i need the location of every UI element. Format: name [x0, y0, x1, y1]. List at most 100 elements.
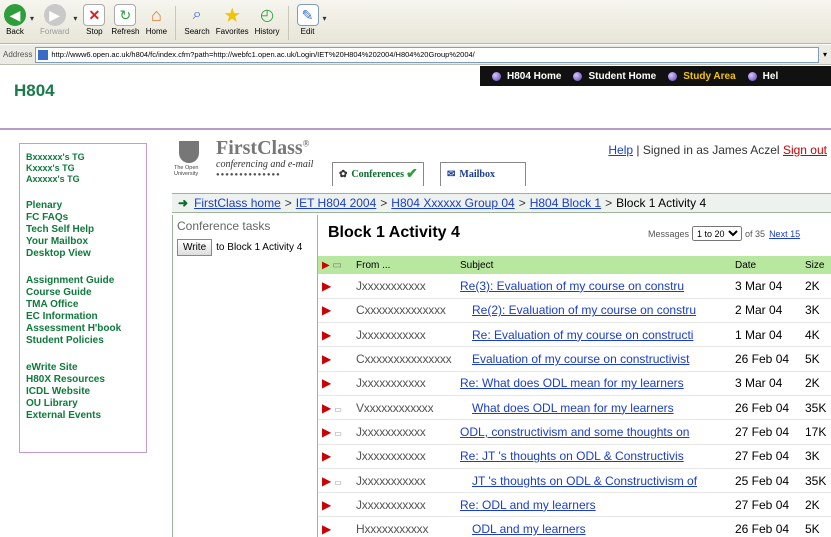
flag-column-header[interactable]: ▶ ▭	[318, 256, 352, 274]
search-button[interactable]: ⌕ Search	[184, 4, 209, 36]
table-row[interactable]: ▶ ▭ Jxxxxxxxxxxx JT 's thoughts on ODL & Co…	[318, 468, 831, 494]
subject-cell: Re: ODL and my learners	[456, 492, 731, 518]
subject-column-header[interactable]: Subject	[456, 256, 731, 274]
nav-h804-home[interactable]: H804 Home	[492, 71, 561, 82]
next-page-link[interactable]: Next 15	[769, 229, 800, 239]
message-link[interactable]: Re(3): Evaluation of my course on constr…	[460, 279, 684, 293]
breadcrumb-group[interactable]: H804 Xxxxxx Group 04	[391, 196, 514, 210]
sidebar-link-ec-information[interactable]: EC Information	[26, 311, 146, 323]
address-dropdown-icon[interactable]: ▾	[823, 50, 827, 59]
edit-button[interactable]: ✎ Edit	[296, 4, 319, 36]
sidebar-link-student-policies[interactable]: Student Policies	[26, 335, 146, 347]
subject-cell: ODL and my learners	[456, 516, 731, 537]
sidebar-group-1: Plenary FC FAQs Tech Self Help Your Mail…	[26, 200, 146, 260]
table-row[interactable]: ▶ Jxxxxxxxxxxx Re: What does ODL mean for …	[318, 371, 831, 396]
nav-help[interactable]: Hel	[747, 71, 778, 82]
table-row[interactable]: ▶ Cxxxxxxxxxxxxxx Re(2): Evaluation of my …	[318, 298, 831, 324]
back-arrow-icon: ◀	[4, 4, 26, 26]
size-cell: 2K	[801, 274, 831, 299]
forward-dropdown-icon[interactable]: ▾	[73, 14, 77, 23]
message-link[interactable]: What does ODL mean for my learners	[460, 401, 674, 415]
table-row[interactable]: ▶ ▭ Vxxxxxxxxxxxx What does ODL mean for my…	[318, 395, 831, 421]
stop-button[interactable]: ✕ Stop	[83, 4, 106, 36]
message-link[interactable]: Re: ODL and my learners	[460, 498, 596, 512]
message-link[interactable]: ODL and my learners	[460, 522, 586, 536]
table-row[interactable]: ▶ Jxxxxxxxxxxx Re(3): Evaluation of my cou…	[318, 274, 831, 299]
table-row[interactable]: ▶ Jxxxxxxxxxxx Re: Evaluation of my course…	[318, 322, 831, 348]
sidebar-link-course-guide[interactable]: Course Guide	[26, 287, 146, 299]
date-cell: 3 Mar 04	[731, 274, 801, 299]
subject-cell: JT 's thoughts on ODL & Constructivism o…	[456, 468, 731, 494]
tab-conferences[interactable]: ✿ Conferences ✔	[332, 162, 424, 186]
table-row[interactable]: ▶ ▭ Jxxxxxxxxxxx ODL, constructivism and so…	[318, 419, 831, 445]
sidebar-link-tg[interactable]: Axxxxx's TG	[26, 174, 146, 185]
address-input[interactable]: http://www6.open.ac.uk/h804/fc/index.cfm…	[35, 46, 819, 63]
size-cell: 5K	[801, 516, 831, 537]
breadcrumb-firstclass-home[interactable]: FirstClass home	[194, 196, 281, 210]
history-button[interactable]: ◴ History	[255, 4, 280, 36]
nav-study-area[interactable]: Study Area	[668, 71, 736, 82]
message-link[interactable]: Re: Evaluation of my course on construct…	[460, 328, 693, 342]
sidebar-link-tma-office[interactable]: TMA Office	[26, 299, 146, 311]
refresh-button[interactable]: ↻ Refresh	[111, 4, 139, 36]
flag-cell: ▶ ▭	[318, 419, 352, 445]
from-column-header[interactable]: From ...	[352, 256, 456, 274]
sidebar-link-icdl-website[interactable]: ICDL Website	[26, 386, 146, 398]
help-link[interactable]: Help	[608, 143, 633, 157]
table-row[interactable]: ▶ Jxxxxxxxxxxx Re: ODL and my learners 27 F…	[318, 492, 831, 518]
favorites-button[interactable]: ★ Favorites	[216, 4, 249, 37]
sidebar-link-external-events[interactable]: External Events	[26, 410, 146, 422]
checkmark-icon: ✔	[405, 167, 418, 182]
table-row[interactable]: ▶ Hxxxxxxxxxxx ODL and my learners 26 Feb 0…	[318, 516, 831, 537]
edit-dropdown-icon[interactable]: ▾	[323, 14, 327, 23]
sidebar-link-your-mailbox[interactable]: Your Mailbox	[26, 236, 146, 248]
table-row[interactable]: ▶ Jxxxxxxxxxxx Re: JT 's thoughts on ODL &…	[318, 444, 831, 469]
breadcrumb-block-1[interactable]: H804 Block 1	[530, 196, 601, 210]
sidebar-link-desktop-view[interactable]: Desktop View	[26, 248, 146, 260]
tab-mailbox[interactable]: ✉ Mailbox	[440, 162, 526, 186]
table-row[interactable]: ▶ Cxxxxxxxxxxxxxxx Evaluation of my course…	[318, 346, 831, 372]
course-brand: H804	[14, 81, 55, 100]
message-link[interactable]: Re(2): Evaluation of my course on constr…	[460, 303, 696, 317]
sidebar-link-fc-faqs[interactable]: FC FAQs	[26, 212, 146, 224]
write-button[interactable]: Write	[177, 239, 213, 256]
flag-icon: ▶	[322, 303, 332, 318]
subject-cell: Re: What does ODL mean for my learners	[456, 371, 731, 396]
subject-cell: ODL, constructivism and some thoughts on	[456, 419, 731, 445]
mailbox-icon: ✉	[447, 169, 456, 180]
forward-button[interactable]: ▶ Forward	[40, 4, 69, 36]
sidebar-link-assignment-guide[interactable]: Assignment Guide	[26, 275, 146, 287]
message-link[interactable]: Re: JT 's thoughts on ODL & Constructivi…	[460, 449, 684, 463]
size-cell: 35K	[801, 468, 831, 494]
conference-tasks: Conference tasks Write to Block 1 Activi…	[172, 215, 318, 537]
back-dropdown-icon[interactable]: ▾	[30, 14, 34, 23]
back-button[interactable]: ◀ Back	[4, 4, 26, 36]
sidebar-link-h80x-resources[interactable]: H80X Resources	[26, 374, 146, 386]
sidebar-link-plenary[interactable]: Plenary	[26, 200, 146, 212]
message-link[interactable]: ODL, constructivism and some thoughts on	[460, 425, 689, 439]
date-cell: 27 Feb 04	[731, 419, 801, 445]
sidebar-link-tg[interactable]: Bxxxxxx's TG	[26, 152, 146, 163]
message-link[interactable]: Re: What does ODL mean for my learners	[460, 376, 684, 390]
sidebar-link-tech-self-help[interactable]: Tech Self Help	[26, 224, 146, 236]
message-link[interactable]: Evaluation of my course on constructivis…	[460, 352, 689, 366]
breadcrumb-iet-h804[interactable]: IET H804 2004	[296, 196, 377, 210]
sign-out-link[interactable]: Sign out	[783, 143, 827, 157]
nav-student-home[interactable]: Student Home	[573, 71, 656, 82]
sidebar-link-assessment-handbook[interactable]: Assessment H'book	[26, 323, 146, 335]
date-cell: 1 Mar 04	[731, 322, 801, 348]
flag-cell: ▶	[318, 492, 352, 518]
page-range-select[interactable]: 1 to 20	[692, 226, 743, 241]
subject-cell: Re(2): Evaluation of my course on constr…	[456, 298, 731, 324]
from-cell: Jxxxxxxxxxxx	[352, 492, 456, 518]
size-column-header[interactable]: Size	[801, 256, 831, 274]
date-column-header[interactable]: Date	[731, 256, 801, 274]
conference-tasks-label: Conference tasks	[177, 219, 271, 233]
size-cell: 3K	[801, 298, 831, 324]
sidebar-link-ewrite-site[interactable]: eWrite Site	[26, 362, 146, 374]
sidebar-link-ou-library[interactable]: OU Library	[26, 398, 146, 410]
sidebar-link-tg[interactable]: Kxxxx's TG	[26, 163, 146, 174]
message-link[interactable]: JT 's thoughts on ODL & Constructivism o…	[460, 474, 697, 488]
home-button[interactable]: ⌂ Home	[145, 4, 167, 37]
date-cell: 27 Feb 04	[731, 444, 801, 469]
